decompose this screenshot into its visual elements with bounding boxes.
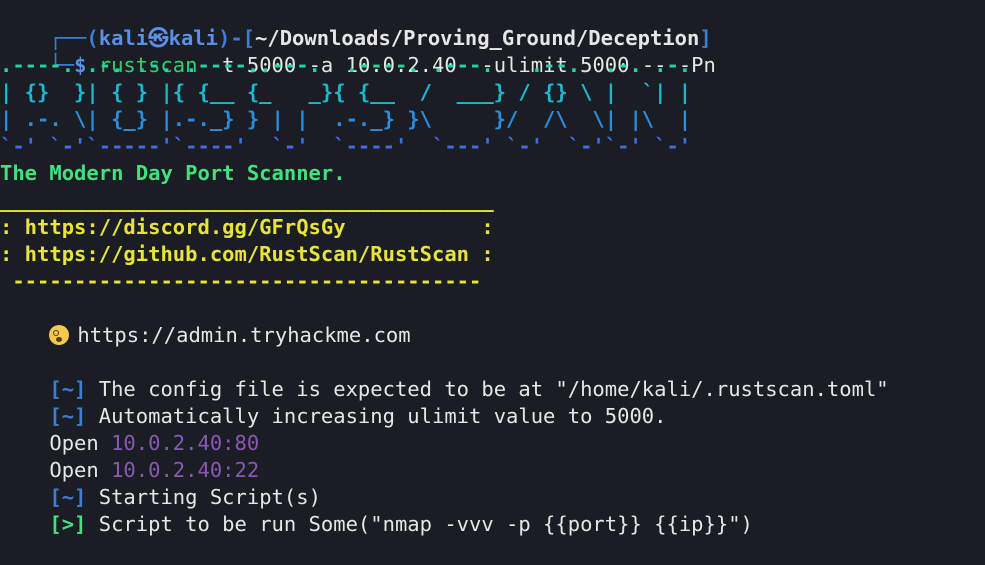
banner-art-line-3: | .-. \| {_} |.-._} } | | .-._} }\ }/ /\…: [0, 107, 692, 131]
prompt-line-command: └─$ rustscan -t 5000 -a 10.0.2.40 --ulim…: [0, 25, 716, 77]
prompt-line-path: ┌──(kali㉿kali)-[~/Downloads/Proving_Grou…: [0, 0, 711, 50]
terminal-window[interactable]: ┌──(kali㉿kali)-[~/Downloads/Proving_Grou…: [0, 0, 985, 536]
banner-art-line-2: | {} }| { } |{ {__ {_ _}{ {__ / ___} / {…: [0, 80, 692, 104]
quote-text: https://admin.tryhackme.com: [77, 323, 411, 347]
dizzy-face-icon: [49, 325, 70, 345]
status-prefix: [>]: [49, 512, 87, 536]
quote-line: https://admin.tryhackme.com: [0, 295, 411, 347]
banner-tagline: The Modern Day Port Scanner.: [0, 161, 346, 185]
links-box-bottom-border: --------------------------------------: [0, 269, 482, 293]
banner-art-line-1: .----. .-. .-. .----..---. .----. .---. …: [0, 53, 692, 77]
discord-link-line: : https://discord.gg/GFrQsGy :: [0, 215, 494, 239]
output-text: Script to be run Some("nmap -vvv -p {{po…: [86, 512, 753, 536]
output-line-ulimit: [~] Automatically increasing ulimit valu…: [0, 376, 666, 428]
links-box-top-border: ________________________________________: [0, 188, 494, 212]
output-line-script-run: [>] Script to be run Some("nmap -vvv -p …: [0, 484, 753, 536]
output-line-open-port-22: Open 10.0.2.40:22: [0, 430, 259, 482]
output-line-open-port-80: Open 10.0.2.40:80: [0, 403, 259, 455]
output-line-starting-scripts: [~] Starting Script(s): [0, 457, 321, 509]
banner-art-line-4: `-' `-'`-----'`----' `-' `----' `---' `-…: [0, 134, 692, 158]
output-line-config: [~] The config file is expected to be at…: [0, 349, 888, 401]
github-link-line: : https://github.com/RustScan/RustScan :: [0, 242, 494, 266]
